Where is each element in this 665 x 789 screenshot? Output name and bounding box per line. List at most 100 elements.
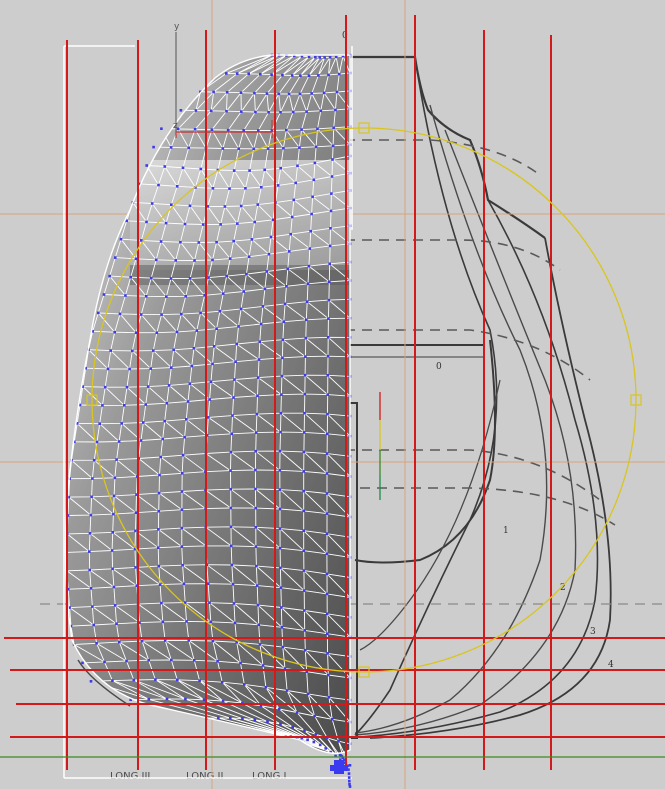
mesh-vertex[interactable] — [124, 294, 127, 297]
mesh-vertex[interactable] — [245, 272, 248, 276]
mesh-vertex[interactable] — [326, 432, 329, 436]
mesh-vertex[interactable] — [163, 639, 167, 642]
mesh-vertex[interactable] — [91, 477, 94, 480]
mesh-vertex[interactable] — [131, 349, 134, 353]
mesh-vertex[interactable] — [326, 393, 329, 396]
mesh-vertex[interactable] — [89, 680, 93, 683]
mesh-vertex[interactable] — [199, 311, 202, 315]
mesh-vertex[interactable] — [303, 609, 306, 612]
mesh-vertex[interactable] — [310, 212, 313, 216]
mesh-vertex[interactable] — [256, 603, 260, 607]
mesh-vertex[interactable] — [169, 277, 173, 280]
mesh-vertex[interactable] — [278, 488, 282, 491]
mesh-vertex[interactable] — [290, 215, 294, 219]
mesh-vertex[interactable] — [243, 683, 246, 686]
mesh-vertex[interactable] — [298, 92, 302, 96]
mesh-vertex[interactable] — [161, 437, 164, 441]
mesh-vertex[interactable] — [149, 367, 152, 370]
mesh-vertex[interactable] — [160, 313, 163, 316]
mesh-vertex[interactable] — [103, 385, 107, 389]
mesh-vertex[interactable] — [330, 175, 334, 178]
mesh-vertex[interactable] — [278, 527, 282, 530]
mesh-vertex[interactable] — [254, 506, 257, 510]
mesh-vertex[interactable] — [328, 280, 331, 284]
mesh-vertex[interactable] — [302, 549, 305, 552]
mesh-vertex[interactable] — [256, 203, 260, 206]
mesh-vertex[interactable] — [267, 110, 270, 114]
mesh-vertex[interactable] — [112, 512, 115, 516]
mesh-vertex[interactable] — [134, 511, 138, 514]
mesh-vertex[interactable] — [318, 56, 321, 59]
mesh-vertex[interactable] — [277, 92, 281, 96]
mesh-vertex[interactable] — [302, 529, 305, 532]
mesh-vertex[interactable] — [300, 128, 303, 131]
mesh-vertex[interactable] — [347, 776, 351, 779]
mesh-vertex[interactable] — [119, 237, 123, 241]
mesh-vertex[interactable] — [225, 91, 229, 94]
mesh-vertex[interactable] — [314, 733, 318, 736]
mesh-vertex[interactable] — [265, 270, 269, 273]
mesh-vertex[interactable] — [111, 567, 114, 571]
mesh-vertex[interactable] — [257, 358, 261, 361]
mesh-vertex[interactable] — [149, 276, 153, 280]
mesh-vertex[interactable] — [287, 250, 291, 253]
mesh-vertex[interactable] — [239, 307, 243, 311]
mesh-vertex[interactable] — [309, 229, 312, 233]
mesh-vertex[interactable] — [306, 738, 309, 742]
mesh-vertex[interactable] — [302, 569, 306, 572]
mesh-vertex[interactable] — [229, 544, 233, 548]
mesh-vertex[interactable] — [183, 435, 186, 439]
mesh-vertex[interactable] — [234, 360, 237, 363]
mesh-vertex[interactable] — [197, 241, 201, 244]
mesh-vertex[interactable] — [225, 274, 228, 278]
mesh-vertex[interactable] — [140, 239, 143, 242]
mesh-vertex[interactable] — [281, 645, 285, 649]
mesh-vertex[interactable] — [180, 508, 184, 511]
mesh-vertex[interactable] — [239, 204, 243, 208]
mesh-vertex[interactable] — [260, 185, 263, 189]
mesh-vertex[interactable] — [221, 699, 225, 703]
mesh-vertex[interactable] — [232, 602, 236, 605]
mesh-vertex[interactable] — [180, 490, 184, 493]
mesh-vertex[interactable] — [312, 740, 316, 744]
mesh-vertex[interactable] — [254, 526, 258, 529]
mesh-vertex[interactable] — [230, 563, 234, 567]
mesh-vertex[interactable] — [184, 697, 187, 701]
mesh-vertex[interactable] — [278, 469, 282, 472]
mesh-vertex[interactable] — [299, 74, 302, 77]
mesh-vertex[interactable] — [181, 166, 185, 170]
mesh-vertex[interactable] — [337, 739, 340, 743]
mesh-vertex[interactable] — [326, 412, 329, 416]
mesh-vertex[interactable] — [156, 546, 160, 549]
mesh-vertex[interactable] — [232, 239, 235, 243]
mesh-vertex[interactable] — [125, 659, 128, 663]
mesh-vertex[interactable] — [152, 145, 155, 149]
mesh-vertex[interactable] — [258, 340, 262, 343]
mesh-vertex[interactable] — [282, 146, 285, 150]
mesh-vertex[interactable] — [289, 232, 292, 236]
mesh-vertex[interactable] — [270, 73, 273, 76]
mesh-vertex[interactable] — [325, 452, 329, 455]
mesh-vertex[interactable] — [334, 55, 338, 59]
mesh-vertex[interactable] — [281, 338, 285, 341]
mesh-vertex[interactable] — [313, 161, 317, 165]
mesh-vertex[interactable] — [265, 92, 269, 95]
mesh-vertex[interactable] — [317, 74, 320, 77]
mesh-vertex[interactable] — [216, 660, 219, 663]
mesh-vertex[interactable] — [161, 620, 165, 624]
mesh-vertex[interactable] — [316, 127, 319, 131]
mesh-vertex[interactable] — [255, 564, 258, 568]
mesh-vertex[interactable] — [255, 412, 259, 416]
mesh-vertex[interactable] — [279, 430, 282, 434]
mesh-vertex[interactable] — [327, 696, 331, 699]
mesh-vertex[interactable] — [318, 743, 322, 747]
mesh-vertex[interactable] — [325, 472, 329, 475]
mesh-vertex[interactable] — [134, 529, 137, 533]
mesh-vertex[interactable] — [145, 164, 148, 167]
mesh-vertex[interactable] — [115, 622, 118, 625]
mesh-vertex[interactable] — [147, 698, 151, 701]
mesh-vertex[interactable] — [325, 512, 329, 515]
mesh-vertex[interactable] — [123, 404, 126, 407]
mesh-vertex[interactable] — [242, 290, 245, 293]
mesh-vertex[interactable] — [327, 673, 330, 677]
